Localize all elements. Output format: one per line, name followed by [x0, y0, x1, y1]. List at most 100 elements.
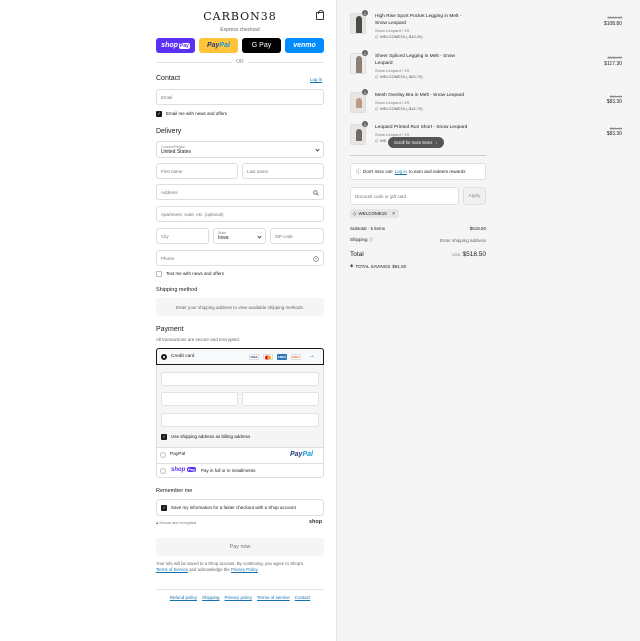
- help-icon[interactable]: ?: [313, 256, 319, 262]
- shop-pay-option[interactable]: shop Pay Pay in full or in installments: [156, 463, 324, 478]
- discount-code-field[interactable]: Discount code or gift card: [350, 187, 459, 205]
- footer-shipping-link[interactable]: Shipping: [202, 595, 220, 600]
- email-news-checkbox[interactable]: ✓: [156, 111, 162, 117]
- help-icon[interactable]: ⓘ: [369, 237, 374, 242]
- tag-icon: ◇: [375, 106, 379, 111]
- product-discount-label: WE: [380, 138, 387, 143]
- footer-links: Refund policy Shipping Privacy policy Te…: [156, 595, 324, 600]
- shipping-value: Enter shipping address: [439, 237, 486, 243]
- product-discount: ◇ WELCOME15 (-$14.70): [375, 106, 423, 111]
- country-value: United States: [161, 148, 192, 155]
- card-expiry-field[interactable]: [161, 392, 238, 406]
- privacy-link[interactable]: Privacy Policy: [231, 567, 258, 572]
- product-name: High Rise Sport Pocket Legging in Melt -…: [375, 14, 470, 28]
- footer-refund-link[interactable]: Refund policy: [170, 595, 197, 600]
- billing-same-label: Use shipping address as billing address: [171, 434, 251, 439]
- product-variant: Snow Leopard / XS: [375, 68, 410, 73]
- remember-me-heading: Remember me: [156, 488, 193, 494]
- shipping-method-info: Enter your shipping address to view avai…: [156, 298, 324, 316]
- country-select[interactable]: Country/Region United States: [156, 141, 324, 158]
- product-thumbnail: [350, 53, 366, 74]
- or-label: OR: [232, 59, 248, 65]
- chevron-down-icon: [315, 147, 320, 152]
- rewards-login-link[interactable]: Log in: [395, 169, 407, 174]
- city-field[interactable]: City: [156, 228, 209, 244]
- svg-text:?: ?: [315, 258, 317, 262]
- last-name-field[interactable]: Last name: [242, 163, 324, 179]
- footer-privacy-link[interactable]: Privacy policy: [225, 595, 253, 600]
- product-variant: Snow Leopard / XS: [375, 28, 410, 33]
- card-name-field[interactable]: [161, 413, 319, 427]
- shop-pay-button[interactable]: shop Pay: [156, 38, 195, 53]
- shopping-bag-icon[interactable]: [316, 10, 324, 20]
- close-icon[interactable]: ✕: [392, 211, 396, 217]
- email-news-label: Email me with news and offers: [166, 111, 227, 116]
- discover-icon: DISC: [291, 354, 301, 360]
- product-discount-label: WELCOME15 (-$19.20): [380, 34, 423, 39]
- billing-same-checkbox[interactable]: ✓: [161, 434, 167, 440]
- delivery-heading: Delivery: [156, 128, 182, 135]
- mastercard-icon: [263, 354, 273, 360]
- order-summary-column: 1 High Rise Sport Pocket Legging in Melt…: [336, 0, 640, 641]
- arrow-down-icon: ↓: [435, 140, 438, 145]
- item-price: $117.30: [604, 61, 622, 67]
- savings-tag-icon: ◈: [350, 263, 354, 268]
- apply-button[interactable]: Apply: [463, 187, 486, 205]
- card-cvv-field[interactable]: [242, 392, 319, 406]
- product-image: [356, 16, 362, 33]
- login-link[interactable]: Log in: [310, 77, 322, 82]
- product-name-line2: Leopard: [375, 60, 393, 66]
- shipping-method-heading: Shipping method: [156, 287, 198, 293]
- shop-logo: shop: [309, 519, 323, 525]
- product-image: [356, 129, 362, 141]
- paypal-option[interactable]: PayPal PayPal: [156, 447, 324, 463]
- shop-pay-option-pill: Pay: [187, 467, 197, 472]
- zip-field[interactable]: ZIP code: [270, 228, 324, 244]
- total-row: Total USD $518.50: [350, 251, 486, 258]
- paypal-logo-pal: Pal: [219, 42, 230, 49]
- shop-pay-radio[interactable]: [160, 468, 166, 474]
- rewards-text: Don't miss out!: [363, 169, 393, 174]
- google-pay-button[interactable]: G Pay: [242, 38, 281, 53]
- product-name-line2: Snow Leopard: [375, 20, 406, 26]
- terms-link[interactable]: Terms of Service: [156, 567, 188, 572]
- paypal-option-label: PayPal: [170, 452, 186, 457]
- apartment-field[interactable]: Apartment, suite, etc. (optional): [156, 206, 324, 222]
- first-name-field[interactable]: First name: [156, 163, 238, 179]
- product-name: Leopard Printed Run Short - Snow Leopard: [375, 125, 468, 130]
- express-checkout-title: Express checkout: [220, 27, 260, 33]
- shop-pay-option-logo: shop Pay: [171, 467, 197, 473]
- paypal-radio[interactable]: [160, 452, 166, 458]
- text-news-checkbox[interactable]: [156, 271, 162, 277]
- search-icon: [313, 190, 319, 196]
- address-field[interactable]: Address: [156, 184, 324, 200]
- product-thumbnail: [350, 124, 366, 145]
- footer-terms-link[interactable]: Terms of service: [257, 595, 290, 600]
- save-info-checkbox[interactable]: ✓: [161, 505, 167, 511]
- credit-card-radio[interactable]: [161, 354, 167, 360]
- paypal-button[interactable]: Pay Pal: [199, 38, 238, 53]
- lock-icon: 🔒︎: [156, 521, 159, 525]
- subtotal-label: Subtotal · 5 items: [350, 226, 386, 231]
- footer-contact-link[interactable]: Contact: [295, 595, 311, 600]
- brand-logo[interactable]: CARBON38: [156, 10, 324, 23]
- zip-placeholder: ZIP code: [275, 233, 293, 239]
- phone-field[interactable]: Phone ?: [156, 250, 324, 266]
- scroll-more-button[interactable]: Scroll for more items ↓: [388, 137, 444, 148]
- venmo-button[interactable]: venmo: [285, 38, 324, 53]
- state-select[interactable]: State Iowa: [213, 228, 266, 244]
- product-image: [356, 56, 362, 73]
- email-field[interactable]: Email: [156, 89, 324, 105]
- pay-now-button[interactable]: Pay now: [156, 538, 324, 556]
- credit-card-option[interactable]: Credit card VISA AMEX DISC →: [156, 348, 324, 365]
- legal-text: Your info will be saved to a Shop accoun…: [156, 561, 324, 573]
- state-value: Iowa: [218, 235, 229, 241]
- total-savings-value: $91.50: [392, 263, 407, 269]
- product-discount: ◇ WELCOME15 (-$19.20): [375, 34, 423, 39]
- info-icon: ⓘ: [356, 169, 362, 175]
- product-discount-label: WELCOME15 (-$14.70): [380, 106, 423, 111]
- card-number-field[interactable]: [161, 372, 319, 386]
- product-thumbnail: [350, 13, 366, 34]
- product-discount: ◇ WE: [375, 138, 387, 143]
- rewards-banner: ⓘ Don't miss out! Log in to earn and red…: [350, 163, 486, 180]
